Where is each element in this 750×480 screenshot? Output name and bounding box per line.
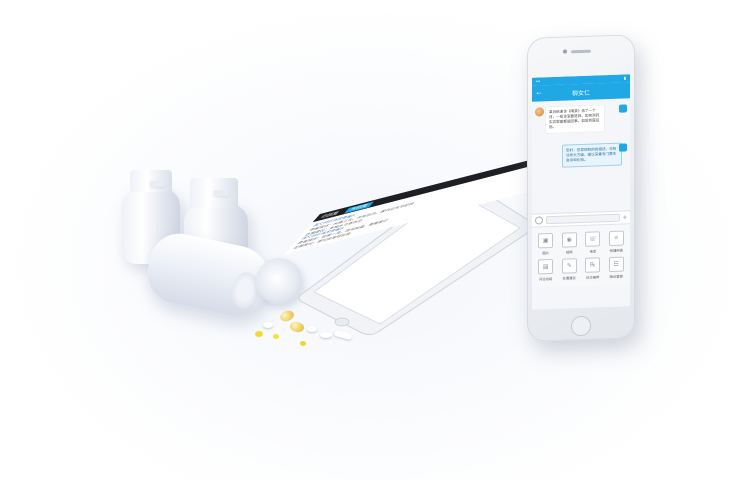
tool-panel: ▣ 图片 ◉ 拍照 ☏ 电话 ≡ 快捷用语 ▤ 问诊总结 ✎ 处置建议 ℞ 处方… <box>532 224 630 288</box>
back-arrow-icon[interactable]: ← <box>535 87 543 96</box>
tool-label: 快捷用语 <box>609 248 623 253</box>
camera-icon: ◉ <box>561 232 577 248</box>
speaker-grille <box>571 49 591 54</box>
tool-phone[interactable]: ☏ 电话 <box>582 231 604 254</box>
avatar <box>535 107 544 117</box>
message-incoming: 某日给谢诊《喝茶》活了一个月，一级诊室要是到。如何测药实这里面都些回事，如后到医… <box>546 105 604 134</box>
bottle-cap-tab <box>214 190 228 196</box>
tool-label: 电话 <box>589 249 597 254</box>
image-icon: ▣ <box>538 232 554 249</box>
avatar <box>619 143 627 152</box>
pill-yellow <box>255 331 263 337</box>
pill-white <box>263 322 273 328</box>
tool-label: 随访管理 <box>609 274 623 279</box>
battery-icon: ▮ <box>623 75 626 81</box>
plus-icon[interactable]: + <box>623 214 627 221</box>
quick-reply-icon: ≡ <box>608 230 624 247</box>
chat-thread: 某日给谢诊《喝茶》活了一个月，一级诊室要是到。如何测药实这里面都些回事，如后到医… <box>532 98 630 213</box>
signal-icon: ••• <box>536 78 541 84</box>
voice-icon[interactable] <box>535 216 543 225</box>
prescription-icon: ℞ <box>585 257 601 273</box>
tool-advice[interactable]: ✎ 处置建议 <box>559 258 581 281</box>
tool-label: 问诊总结 <box>539 277 553 282</box>
tool-summary[interactable]: ▤ 问诊总结 <box>535 258 557 282</box>
bottle-cap-tab <box>150 181 164 187</box>
tool-label: 处方推荐 <box>586 275 600 280</box>
tool-followup[interactable]: ☰ 随访管理 <box>606 256 628 279</box>
tool-image[interactable]: ▣ 图片 <box>535 232 557 256</box>
chat-title: 柳女仁 <box>571 90 590 97</box>
pill-yellow <box>300 341 306 346</box>
tool-label: 拍照 <box>565 250 573 255</box>
phone-upright-screen: ••• ▮ ← 柳女仁 某日给谢诊《喝茶》活了一个月，一级诊室要是到。如何测药实… <box>532 74 630 310</box>
tool-camera[interactable]: ◉ 拍照 <box>559 232 581 255</box>
home-button[interactable] <box>571 315 591 337</box>
pill-yellow <box>273 334 279 339</box>
message-outgoing: 您好，您发现有的的描述，也有诊所大方面，建议采集专门医生会诊和化验。 <box>562 142 622 168</box>
avatar <box>619 104 627 113</box>
phone-icon: ☏ <box>585 231 601 247</box>
tool-quick-reply[interactable]: ≡ 快捷用语 <box>606 230 628 253</box>
advice-icon: ✎ <box>561 258 577 274</box>
phone-lying: 已回复 未回复 图文问诊请求患者A 患者描述：头痛三天，伴有低热，服药后未见好转… <box>283 144 592 336</box>
tool-label: 处置建议 <box>562 276 576 281</box>
tool-label: 图片 <box>542 251 550 256</box>
followup-icon: ☰ <box>608 256 624 273</box>
summary-icon: ▤ <box>538 258 554 275</box>
product-scene: 已回复 未回复 图文问诊请求患者A 患者描述：头痛三天，伴有低热，服药后未见好转… <box>0 0 750 480</box>
tool-prescription[interactable]: ℞ 处方推荐 <box>582 257 604 280</box>
phone-upright: ••• ▮ ← 柳女仁 某日给谢诊《喝茶》活了一个月，一级诊室要是到。如何测药实… <box>527 34 635 342</box>
camera-icon <box>563 49 567 54</box>
message-input[interactable] <box>546 213 620 225</box>
